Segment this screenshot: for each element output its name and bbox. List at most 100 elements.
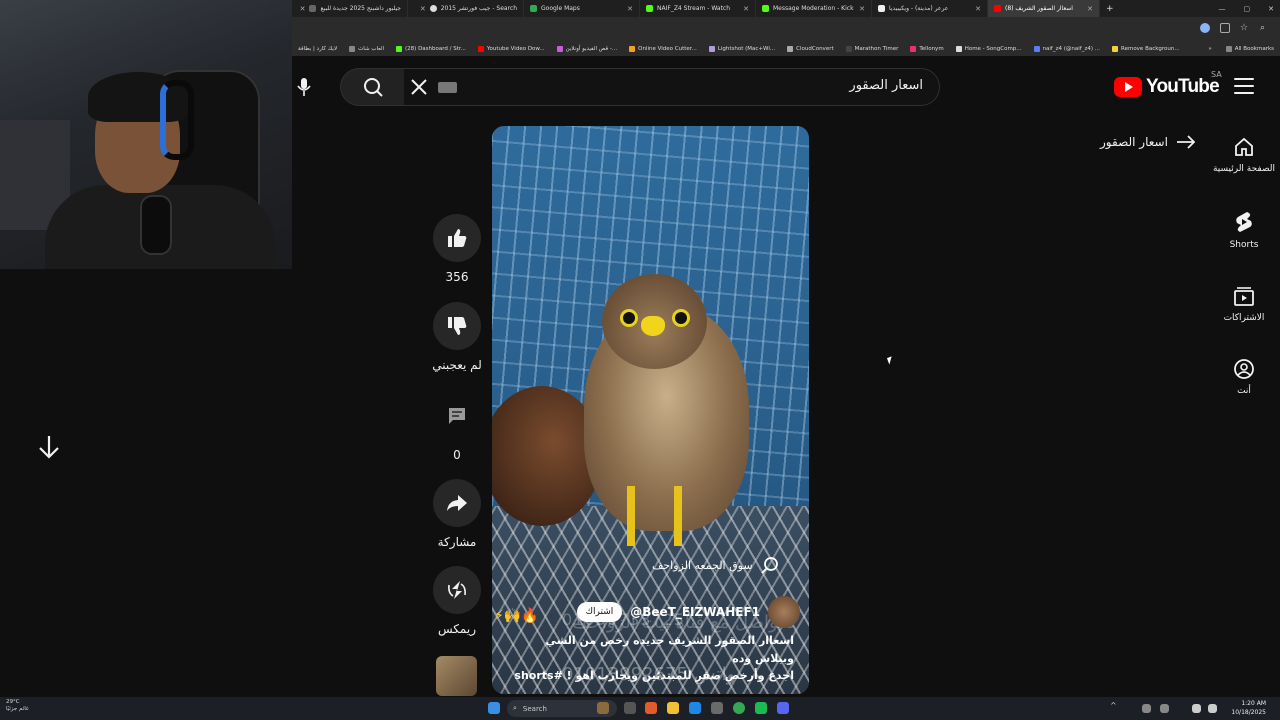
browser-tab[interactable]: Message Moderation - Kick ✕ bbox=[756, 0, 872, 17]
guide-subscriptions[interactable]: الاشتراكات bbox=[1212, 285, 1276, 323]
app-icon[interactable] bbox=[645, 702, 657, 714]
like-button[interactable] bbox=[433, 214, 481, 262]
next-short-thumbnail[interactable] bbox=[436, 656, 477, 696]
volume-icon[interactable] bbox=[1208, 704, 1217, 713]
close-tab-icon[interactable]: ✕ bbox=[975, 5, 981, 13]
search-icon bbox=[363, 78, 383, 97]
discord-icon[interactable] bbox=[777, 702, 789, 714]
minimize-icon[interactable]: — bbox=[1219, 5, 1226, 13]
bookmark-favicon-icon bbox=[556, 45, 563, 52]
hamburger-menu-icon[interactable] bbox=[1234, 78, 1254, 94]
bookmark-item[interactable]: naif_z4 (@naif_z4) ... bbox=[1033, 45, 1100, 52]
app-icon[interactable] bbox=[755, 702, 767, 714]
dislike-button[interactable] bbox=[433, 302, 481, 350]
bookmark-item[interactable]: العاب شات bbox=[349, 45, 384, 52]
overlay-search-text: سوق الجمعه الزواحف bbox=[652, 558, 753, 572]
close-tab-icon[interactable]: ✕ bbox=[1087, 5, 1093, 13]
clear-search-icon[interactable] bbox=[408, 76, 430, 98]
guide-label: أنت bbox=[1237, 386, 1251, 396]
taskbar-clock[interactable]: 1:20 AM 10/18/2025 bbox=[1231, 699, 1266, 717]
bookmark-item[interactable]: Online Video Cutter... bbox=[629, 45, 697, 52]
keyboard-icon[interactable] bbox=[438, 82, 457, 93]
bookmark-favicon-icon bbox=[396, 45, 403, 52]
guide-you[interactable]: أنت bbox=[1212, 358, 1276, 396]
address-bar[interactable]: ☆ ⌕ bbox=[292, 17, 1280, 41]
voice-search-button[interactable] bbox=[294, 77, 314, 97]
tab-favicon-icon bbox=[429, 5, 437, 12]
chrome-icon[interactable] bbox=[733, 702, 745, 714]
overlay-search-chip[interactable]: سوق الجمعه الزواحف bbox=[652, 556, 779, 574]
country-code: SA bbox=[1211, 70, 1222, 79]
close-tab-icon[interactable]: ✕ bbox=[420, 5, 426, 13]
kick-favicon-icon bbox=[646, 5, 653, 12]
bookmark-item[interactable]: Tellonym bbox=[910, 45, 944, 52]
extensions-icon[interactable] bbox=[1220, 23, 1230, 33]
weather-widget[interactable]: 29°C غائم جزئيًا bbox=[6, 699, 29, 713]
window-controls: — ▢ ✕ bbox=[1219, 0, 1275, 17]
falcon-eye bbox=[672, 309, 690, 327]
close-tab-icon[interactable]: ✕ bbox=[300, 5, 306, 13]
thumbs-up-icon bbox=[448, 229, 467, 247]
share-button[interactable] bbox=[433, 479, 481, 527]
browser-tab[interactable]: ✕ جيلبور داشبنج 2025 جديدة للبيع bbox=[292, 0, 408, 17]
like-action: 356 bbox=[432, 214, 482, 284]
subscribe-button[interactable]: اشتراك bbox=[576, 602, 623, 622]
more-bookmarks-button[interactable]: » bbox=[1208, 46, 1211, 52]
guide-home[interactable]: الصفحة الرئيسية bbox=[1212, 136, 1276, 174]
search-icon bbox=[760, 557, 778, 574]
bookmark-item[interactable]: Remove Backgroun... bbox=[1112, 45, 1180, 52]
back-to-search[interactable]: اسعار الصقور bbox=[1100, 135, 1196, 149]
profile-avatar-icon[interactable] bbox=[1200, 23, 1210, 33]
task-view-icon[interactable] bbox=[624, 702, 636, 714]
falcon-beak bbox=[641, 316, 665, 336]
wifi-icon[interactable] bbox=[1192, 704, 1201, 713]
store-icon[interactable] bbox=[711, 702, 723, 714]
like-count: 356 bbox=[445, 270, 469, 284]
bookmark-item[interactable]: Lightshot (Mac+Wi... bbox=[708, 45, 775, 52]
browser-tab[interactable]: NAIF_Z4 Stream - Watch ✕ bbox=[640, 0, 756, 17]
bookmark-item[interactable]: Youtube Video Dow... bbox=[477, 45, 545, 52]
tray-icon[interactable] bbox=[1142, 704, 1151, 713]
close-tab-icon[interactable]: ✕ bbox=[859, 5, 865, 13]
bookmark-item[interactable]: Home - SongComp... bbox=[955, 45, 1022, 52]
bookmark-item[interactable]: قص الفيديو أونلاين -... bbox=[556, 45, 617, 52]
comments-button[interactable] bbox=[433, 392, 481, 440]
browser-tab-active[interactable]: (8) اسعاار الصقور الشريف ✕ bbox=[988, 0, 1100, 17]
weather-desc: غائم جزئيًا bbox=[6, 706, 29, 713]
channel-avatar[interactable] bbox=[768, 596, 800, 628]
home-icon bbox=[1235, 137, 1253, 156]
arrow-down-icon[interactable] bbox=[36, 434, 62, 460]
search-button[interactable] bbox=[340, 68, 404, 106]
browser-tab[interactable]: ✕ جيب فورتشر 2015 - Search bbox=[408, 0, 524, 17]
zoom-icon[interactable]: ⌕ bbox=[1260, 23, 1270, 33]
close-window-icon[interactable]: ✕ bbox=[1268, 5, 1274, 13]
close-tab-icon[interactable]: ✕ bbox=[743, 5, 749, 13]
browser-tab[interactable]: عرعر (مدينة) - ويكيبيديا ✕ bbox=[872, 0, 988, 17]
search-box[interactable] bbox=[404, 68, 940, 106]
short-video-player[interactable]: للتواصل مع قناة بيت الزواحف 01050733725 … bbox=[492, 126, 809, 694]
guide-shorts[interactable]: Shorts bbox=[1212, 210, 1276, 250]
bookmark-item[interactable]: (28) Dashboard / Str... bbox=[396, 45, 466, 52]
remix-button[interactable] bbox=[433, 566, 481, 614]
start-button-icon[interactable] bbox=[488, 702, 500, 714]
channel-handle[interactable]: @BeeT_EIZWAHEF1 bbox=[630, 605, 760, 619]
new-tab-button[interactable]: + bbox=[1100, 0, 1120, 17]
tray-icon[interactable] bbox=[1160, 704, 1169, 713]
edge-icon[interactable] bbox=[689, 702, 701, 714]
search-icon: ⌕ bbox=[513, 704, 517, 712]
close-tab-icon[interactable]: ✕ bbox=[627, 5, 633, 13]
bookmark-item[interactable]: Marathon Timer bbox=[845, 45, 898, 52]
headphones bbox=[160, 80, 194, 160]
bookmark-item[interactable]: لايك كارد | بطاقة bbox=[298, 46, 337, 52]
browser-tab[interactable]: Google Maps ✕ bbox=[524, 0, 640, 17]
tray-chevron-icon[interactable]: ^ bbox=[1110, 701, 1118, 713]
bookmark-item[interactable]: CloudConvert bbox=[787, 45, 834, 52]
widget-icon[interactable] bbox=[597, 702, 609, 714]
star-icon[interactable]: ☆ bbox=[1240, 23, 1250, 33]
youtube-logo[interactable]: YouTube SA bbox=[1114, 70, 1222, 98]
all-bookmarks-button[interactable]: All Bookmarks bbox=[1225, 45, 1274, 52]
search-input[interactable] bbox=[523, 78, 923, 93]
file-explorer-icon[interactable] bbox=[667, 702, 679, 714]
maximize-icon[interactable]: ▢ bbox=[1244, 5, 1251, 13]
caption-line: اسعاار الصقور الشريف جديده رخص من الشي و… bbox=[545, 634, 794, 665]
